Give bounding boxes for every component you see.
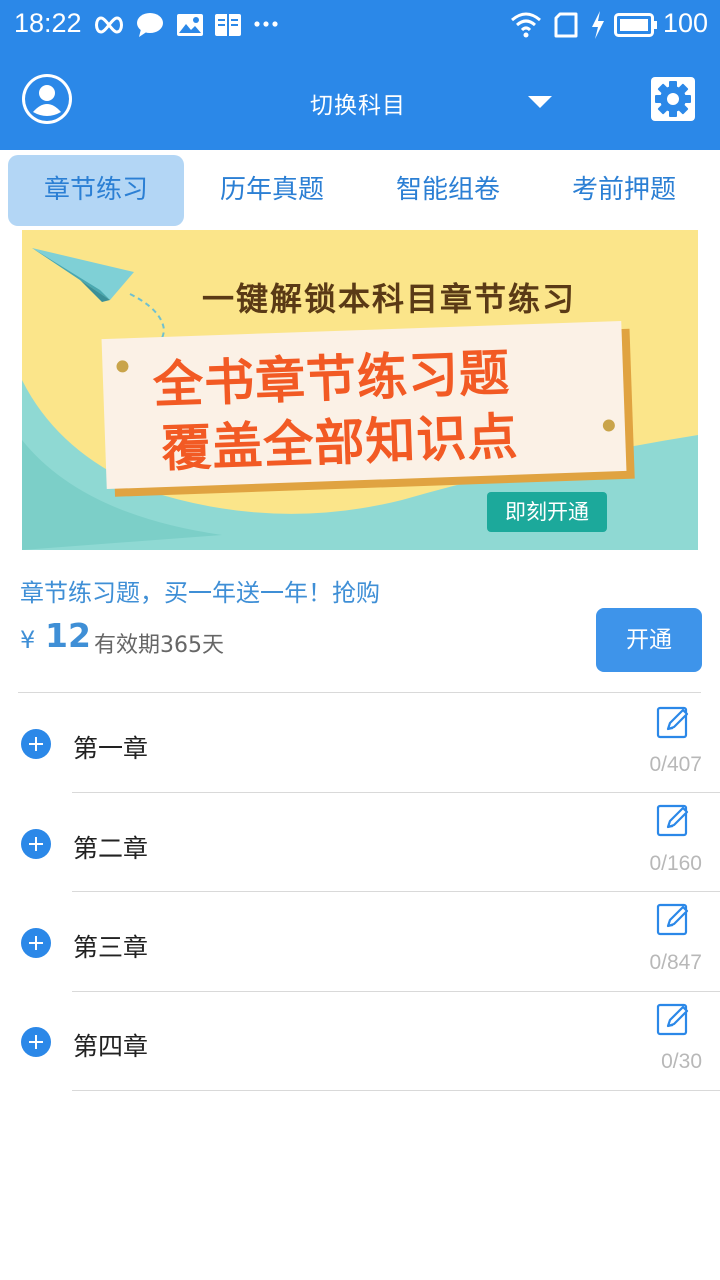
chapter-label: 第三章: [73, 933, 149, 962]
promo-title[interactable]: 章节练习题，买一年送一年！抢购: [20, 573, 380, 608]
battery-icon: [614, 13, 657, 37]
chapter-row[interactable]: 第二章 0/160: [0, 793, 720, 892]
image-icon: [177, 14, 203, 36]
price-value: 12: [45, 616, 91, 655]
edit-icon[interactable]: [656, 902, 690, 936]
gear-icon[interactable]: [651, 77, 695, 121]
chapter-progress: 0/407: [649, 753, 702, 776]
expand-plus-icon[interactable]: [21, 1027, 51, 1057]
edit-icon[interactable]: [656, 803, 690, 837]
tab-smart-paper[interactable]: 智能组卷: [360, 155, 536, 226]
edit-icon[interactable]: [656, 705, 690, 739]
edit-icon[interactable]: [656, 1002, 690, 1036]
chapter-progress: 0/160: [649, 852, 702, 875]
chapter-progress: 0/30: [661, 1050, 702, 1073]
pin-icon: [116, 360, 129, 373]
price-validity: 有效期365天: [94, 633, 224, 658]
chapter-label: 第一章: [73, 734, 149, 763]
banner-cta-button[interactable]: 即刻开通: [487, 492, 607, 532]
promo-banner[interactable]: 一键解锁本科目章节练习 全书章节练习题 覆盖全部知识点 即刻开通: [22, 230, 698, 550]
tab-chapter-practice[interactable]: 章节练习: [8, 155, 184, 226]
expand-plus-icon[interactable]: [21, 829, 51, 859]
chapter-row[interactable]: 第三章 0/847: [0, 892, 720, 991]
charging-icon: [592, 11, 604, 39]
status-time: 18:22: [14, 8, 82, 38]
tab-past-exams[interactable]: 历年真题: [184, 155, 360, 226]
book-icon: [215, 14, 241, 36]
expand-plus-icon[interactable]: [21, 729, 51, 759]
divider: [72, 1090, 720, 1091]
battery-level: 100: [662, 8, 708, 38]
more-icon: [254, 21, 278, 27]
chapter-row[interactable]: 第一章 0/407: [0, 693, 720, 792]
caret-down-icon[interactable]: [528, 96, 552, 108]
chat-icon: [137, 13, 163, 37]
wifi-icon: [511, 12, 541, 38]
expand-plus-icon[interactable]: [21, 928, 51, 958]
sim-icon: [554, 12, 578, 38]
status-bar: 18:22 100: [0, 0, 720, 50]
tab-bar: 章节练习 历年真题 智能组卷 考前押题: [0, 150, 720, 230]
price-currency: ¥: [20, 626, 36, 654]
app-header: 切换科目: [0, 50, 720, 150]
subject-switcher[interactable]: 切换科目: [0, 86, 720, 120]
chapter-label: 第四章: [73, 1032, 149, 1061]
infinity-icon: [95, 16, 123, 34]
pin-icon: [602, 419, 616, 432]
banner-headline: 一键解锁本科目章节练习: [202, 280, 577, 318]
tab-predicted-questions[interactable]: 考前押题: [536, 155, 712, 226]
chapter-row[interactable]: 第四章 0/30: [0, 992, 720, 1091]
chapter-progress: 0/847: [649, 951, 702, 974]
subject-label: 切换科目: [310, 93, 406, 119]
banner-line-2: 覆盖全部知识点: [160, 407, 520, 479]
banner-board: 全书章节练习题 覆盖全部知识点: [101, 320, 627, 490]
open-button[interactable]: 开通: [596, 608, 702, 672]
chapter-label: 第二章: [73, 834, 149, 863]
